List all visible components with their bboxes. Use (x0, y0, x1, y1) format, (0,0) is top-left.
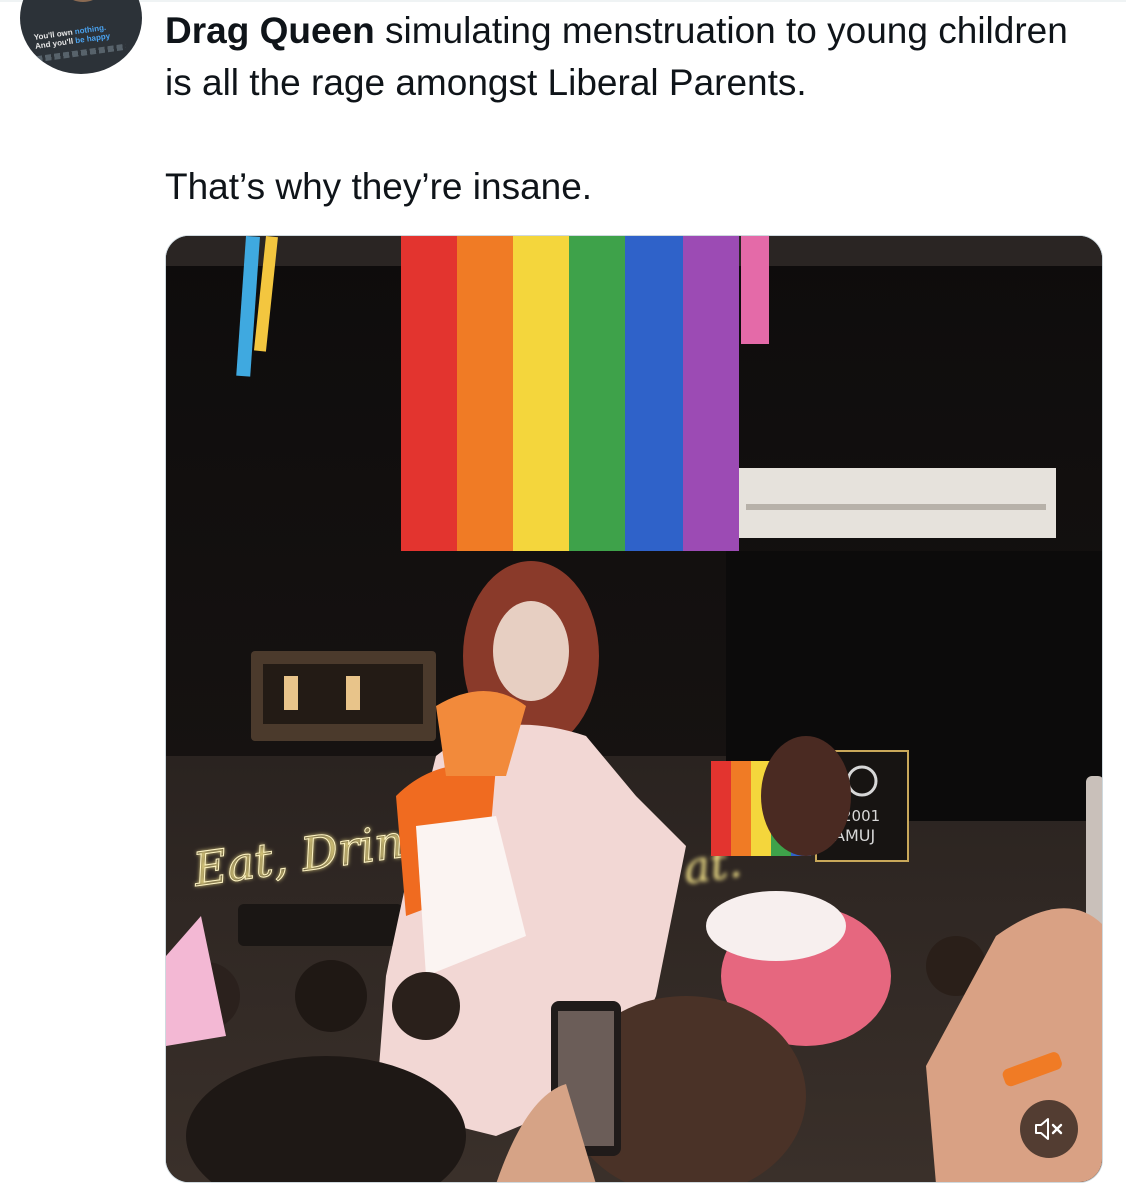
tweet-page: You'll own nothing. And you'll be happy … (0, 0, 1126, 1200)
speaker-muted-icon (1035, 1118, 1063, 1140)
divider (0, 0, 1126, 2)
video-player[interactable]: Eat, Drin Eat, Drin at. 2001 AMUJ (165, 235, 1103, 1183)
tweet-bold-phrase: Drag Queen (165, 10, 375, 51)
video-frame: Eat, Drin Eat, Drin at. 2001 AMUJ (166, 236, 1102, 1182)
pride-flag (401, 236, 739, 551)
tweet-text: Drag Queen simulating menstruation to yo… (165, 5, 1095, 213)
tweet-paragraph: Drag Queen simulating menstruation to yo… (165, 5, 1095, 109)
mute-button[interactable] (1020, 1100, 1078, 1158)
avatar-face (58, 0, 108, 2)
tweet-paragraph-2: That’s why they’re insane. (165, 166, 593, 207)
avatar[interactable]: You'll own nothing. And you'll be happy (20, 0, 142, 74)
